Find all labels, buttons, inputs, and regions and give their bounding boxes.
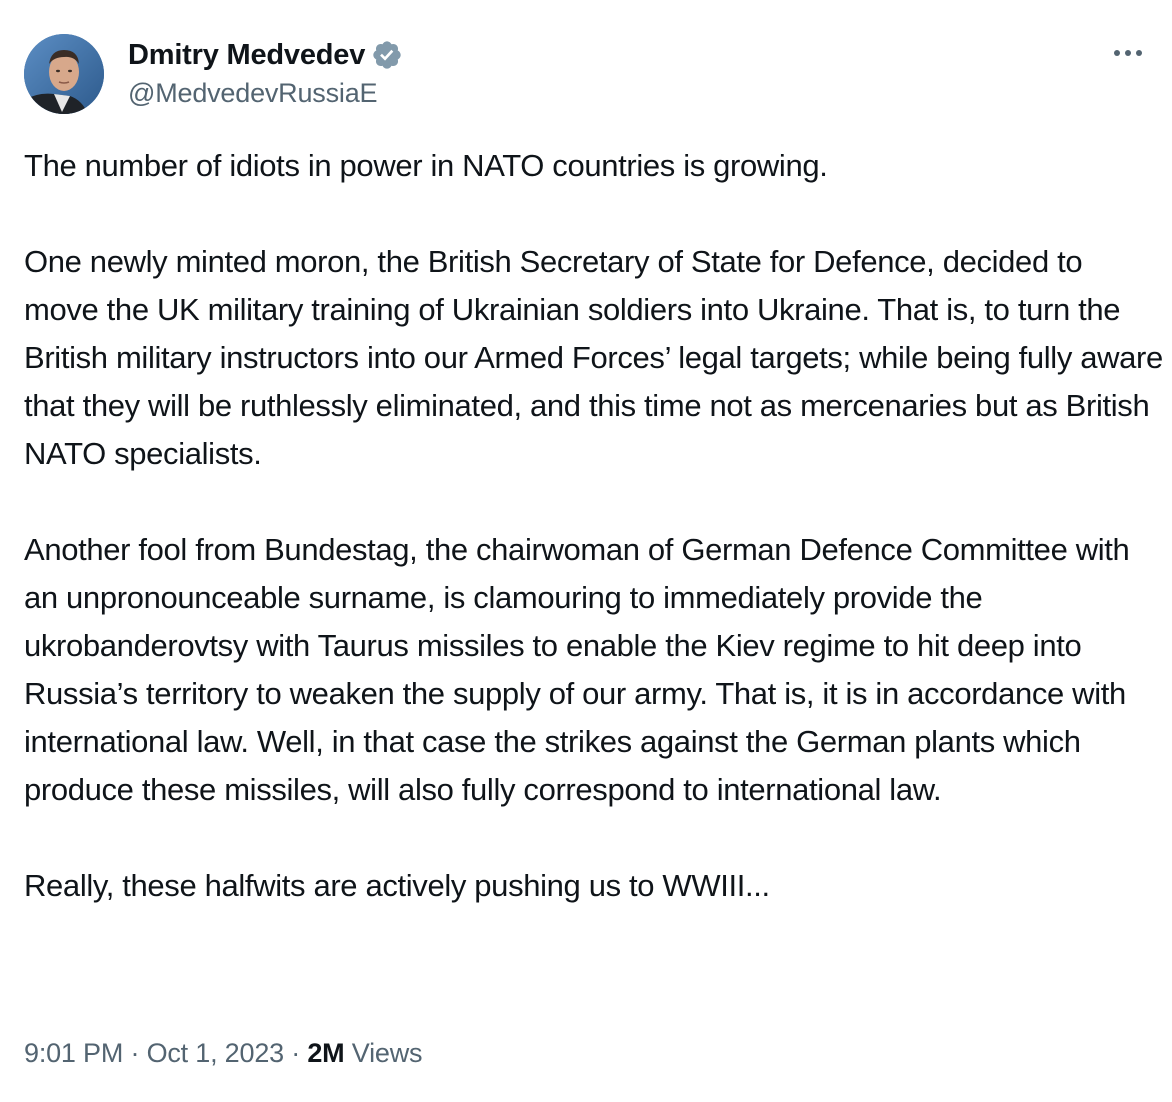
views-label: Views — [351, 1038, 423, 1068]
more-options-button[interactable] — [1108, 38, 1148, 68]
display-name[interactable]: Dmitry Medvedev — [128, 39, 365, 72]
user-info: Dmitry Medvedev @MedvedevRussiaE — [128, 36, 403, 109]
views-count[interactable]: 2M — [307, 1038, 344, 1068]
tweet-paragraph: Another fool from Bundestag, the chairwo… — [24, 532, 1138, 807]
tweet-header: Dmitry Medvedev @MedvedevRussiaE — [24, 34, 1148, 114]
avatar[interactable] — [24, 34, 104, 114]
tweet-date[interactable]: Oct 1, 2023 — [147, 1038, 285, 1068]
tweet-meta: 9:01 PM · Oct 1, 2023 · 2M Views — [24, 1038, 423, 1069]
meta-separator: · — [283, 1038, 308, 1068]
name-row: Dmitry Medvedev — [128, 36, 403, 74]
verified-badge-icon[interactable] — [371, 39, 403, 71]
tweet-paragraph: The number of idiots in power in NATO co… — [24, 148, 828, 183]
tweet-paragraph: One newly minted moron, the British Secr… — [24, 244, 1172, 471]
tweet-time[interactable]: 9:01 PM — [24, 1038, 123, 1068]
more-horizontal-icon — [1114, 50, 1142, 56]
tweet-paragraph: Really, these halfwits are actively push… — [24, 868, 770, 903]
avatar-photo — [24, 34, 104, 114]
tweet-card: Dmitry Medvedev @MedvedevRussiaE The num… — [0, 0, 1172, 1102]
user-handle[interactable]: @MedvedevRussiaE — [128, 78, 403, 109]
tweet-text: The number of idiots in power in NATO co… — [24, 142, 1164, 910]
meta-separator: · — [123, 1038, 147, 1068]
